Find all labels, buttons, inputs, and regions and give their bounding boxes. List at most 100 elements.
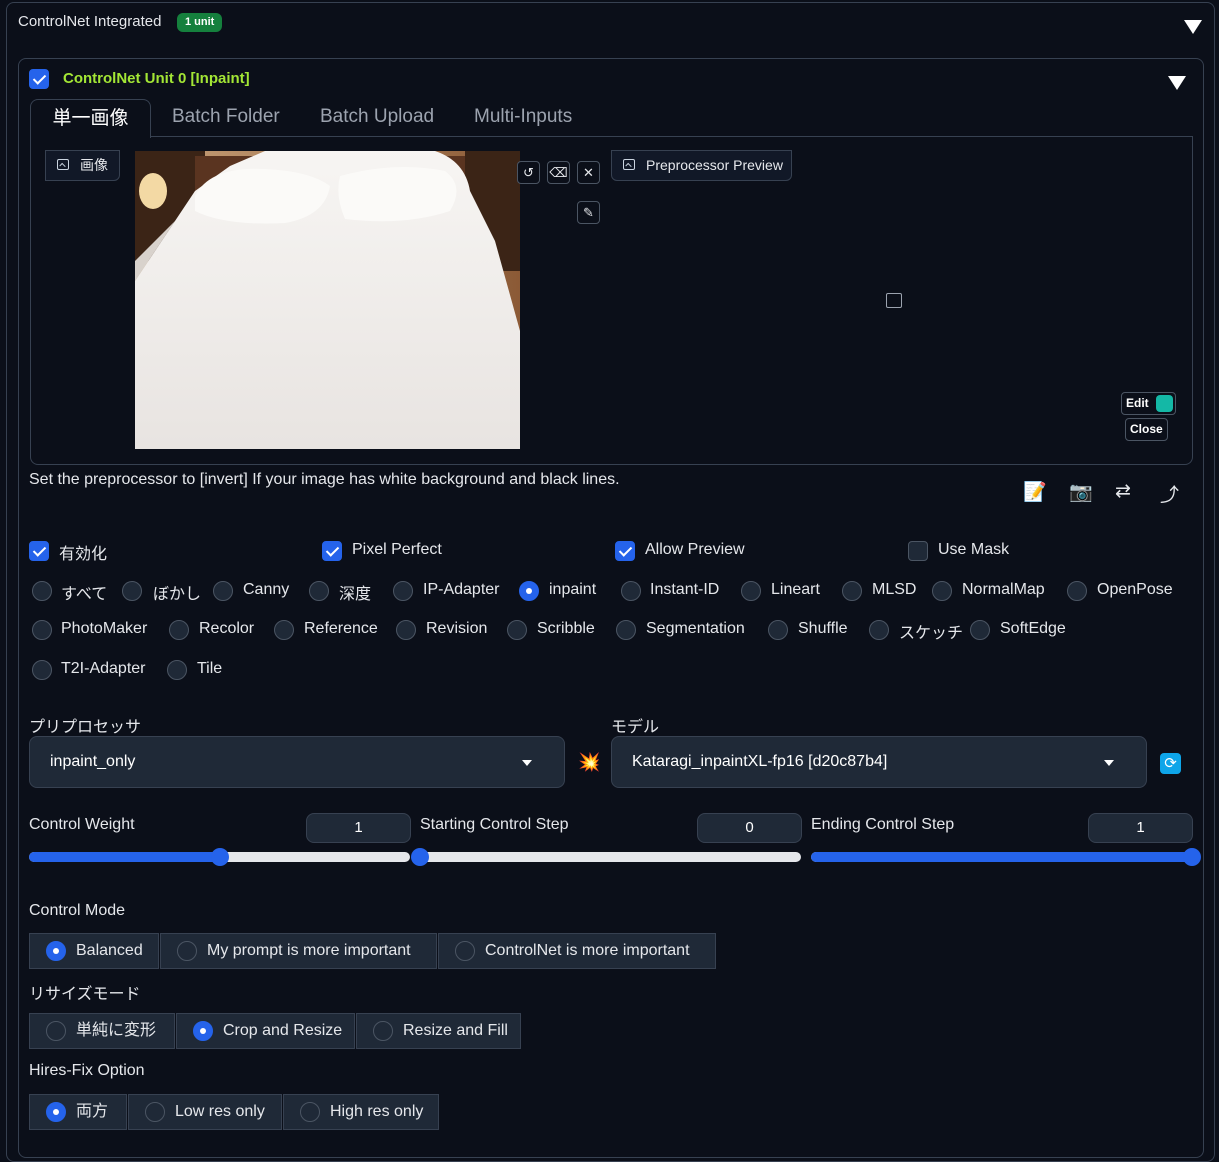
- send-dimensions-icon[interactable]: ⤴: [1160, 480, 1179, 507]
- option-label: High res only: [330, 1103, 424, 1120]
- tab-batch-upload[interactable]: Batch Upload: [320, 106, 434, 128]
- control-type-label[interactable]: すべて: [61, 580, 107, 604]
- control-type-radio[interactable]: [768, 620, 788, 640]
- resize-mode-just-resize[interactable]: 単純に変形: [29, 1013, 175, 1049]
- collapse-accordion-icon[interactable]: [1184, 20, 1202, 34]
- control-type-radio[interactable]: [932, 581, 952, 601]
- control-type-label[interactable]: Canny: [243, 581, 289, 599]
- slider-thumb[interactable]: [1183, 848, 1201, 866]
- brush-button[interactable]: ✎: [577, 201, 600, 224]
- control-type-radio[interactable]: [842, 581, 862, 601]
- control-mode-balanced[interactable]: Balanced: [29, 933, 159, 969]
- control-type-radio[interactable]: [1067, 581, 1087, 601]
- uploaded-image[interactable]: [135, 151, 520, 449]
- control-type-label[interactable]: NormalMap: [962, 581, 1045, 599]
- use-mask-checkbox[interactable]: [908, 541, 928, 561]
- control-type-radio[interactable]: [396, 620, 416, 640]
- control-type-label[interactable]: SoftEdge: [1000, 620, 1066, 638]
- control-type-radio[interactable]: [393, 581, 413, 601]
- control-type-label[interactable]: Shuffle: [798, 620, 848, 638]
- eraser-button[interactable]: ⌫: [547, 161, 570, 184]
- run-preprocessor-icon[interactable]: 💥: [578, 752, 600, 773]
- control-type-radio[interactable]: [507, 620, 527, 640]
- slider-fill: [29, 852, 220, 862]
- control-type-label[interactable]: Lineart: [771, 581, 820, 599]
- ending-step-input[interactable]: 1: [1088, 813, 1193, 843]
- image-icon: [57, 159, 69, 170]
- starting-step-slider[interactable]: [411, 848, 801, 866]
- edit-button[interactable]: Edit: [1121, 392, 1176, 415]
- control-type-label[interactable]: 深度: [339, 580, 371, 604]
- control-type-label[interactable]: MLSD: [872, 581, 916, 599]
- hires-fix-both[interactable]: 両方: [29, 1094, 127, 1130]
- model-dropdown[interactable]: Kataragi_inpaintXL-fp16 [d20c87b4]: [611, 736, 1147, 788]
- control-type-label[interactable]: Segmentation: [646, 620, 745, 638]
- control-type-radio-selected[interactable]: [519, 581, 539, 601]
- control-type-label[interactable]: Reference: [304, 620, 378, 638]
- image-label-text: 画像: [80, 157, 108, 173]
- hires-fix-low[interactable]: Low res only: [128, 1094, 282, 1130]
- control-type-label[interactable]: Instant-ID: [650, 581, 719, 599]
- control-type-radio[interactable]: [616, 620, 636, 640]
- starting-step-input[interactable]: 0: [697, 813, 802, 843]
- slider-thumb[interactable]: [210, 848, 229, 866]
- enable-checkbox[interactable]: [29, 541, 49, 561]
- control-type-radio[interactable]: [213, 581, 233, 601]
- control-type-label[interactable]: ぼかし: [153, 580, 201, 604]
- notepad-icon[interactable]: 📝: [1023, 480, 1047, 504]
- control-type-radio[interactable]: [274, 620, 294, 640]
- unit-enable-checkbox[interactable]: [29, 69, 49, 89]
- control-type-label[interactable]: Recolor: [199, 620, 254, 638]
- control-mode-controlnet[interactable]: ControlNet is more important: [438, 933, 716, 969]
- radio-selected: [46, 1102, 66, 1122]
- tab-batch-folder[interactable]: Batch Folder: [172, 106, 280, 128]
- control-weight-slider[interactable]: [29, 848, 410, 866]
- swap-icon[interactable]: ⇄: [1115, 480, 1131, 503]
- refresh-models-icon[interactable]: ⟳: [1160, 753, 1181, 774]
- control-type-radio[interactable]: [32, 620, 52, 640]
- unit-title[interactable]: ControlNet Unit 0 [Inpaint]: [63, 70, 250, 87]
- control-type-label[interactable]: Tile: [197, 660, 222, 678]
- option-label: My prompt is more important: [207, 942, 411, 959]
- control-type-radio[interactable]: [869, 620, 889, 640]
- control-type-radio[interactable]: [970, 620, 990, 640]
- ending-step-slider[interactable]: [811, 848, 1201, 866]
- pixel-perfect-checkbox[interactable]: [322, 541, 342, 561]
- close-button[interactable]: Close: [1125, 418, 1168, 441]
- control-type-radio[interactable]: [122, 581, 142, 601]
- chevron-down-icon: [522, 760, 532, 766]
- resize-mode-fill[interactable]: Resize and Fill: [356, 1013, 521, 1049]
- pixel-perfect-label: Pixel Perfect: [352, 541, 442, 558]
- control-type-label[interactable]: inpaint: [549, 581, 596, 599]
- control-type-label[interactable]: OpenPose: [1097, 581, 1173, 599]
- clear-image-button[interactable]: ✕: [577, 161, 600, 184]
- tab-single-image[interactable]: 単一画像: [30, 99, 151, 138]
- control-type-radio[interactable]: [169, 620, 189, 640]
- resize-mode-crop[interactable]: Crop and Resize: [176, 1013, 355, 1049]
- control-type-label[interactable]: Revision: [426, 620, 487, 638]
- camera-icon[interactable]: 📷: [1069, 480, 1093, 504]
- control-type-label[interactable]: PhotoMaker: [61, 620, 147, 638]
- control-type-radio[interactable]: [32, 581, 52, 601]
- option-label: 単純に変形: [76, 1022, 157, 1039]
- hires-fix-high[interactable]: High res only: [283, 1094, 439, 1130]
- control-mode-prompt[interactable]: My prompt is more important: [160, 933, 437, 969]
- control-type-label[interactable]: T2I-Adapter: [61, 660, 145, 678]
- control-type-label[interactable]: IP-Adapter: [423, 581, 499, 599]
- control-type-radio[interactable]: [309, 581, 329, 601]
- slider-thumb[interactable]: [411, 848, 429, 866]
- control-type-radio[interactable]: [621, 581, 641, 601]
- accordion-title[interactable]: ControlNet Integrated: [18, 13, 161, 30]
- undo-button[interactable]: ↺: [517, 161, 540, 184]
- control-type-label[interactable]: スケッチ: [899, 619, 963, 643]
- control-weight-input[interactable]: 1: [306, 813, 411, 843]
- control-type-label[interactable]: Scribble: [537, 620, 595, 638]
- collapse-unit-icon[interactable]: [1168, 76, 1186, 90]
- starting-step-label: Starting Control Step: [420, 816, 569, 833]
- allow-preview-checkbox[interactable]: [615, 541, 635, 561]
- tab-multi-inputs[interactable]: Multi-Inputs: [474, 106, 572, 128]
- preprocessor-dropdown[interactable]: inpaint_only: [29, 736, 565, 788]
- control-type-radio[interactable]: [32, 660, 52, 680]
- control-type-radio[interactable]: [741, 581, 761, 601]
- control-type-radio[interactable]: [167, 660, 187, 680]
